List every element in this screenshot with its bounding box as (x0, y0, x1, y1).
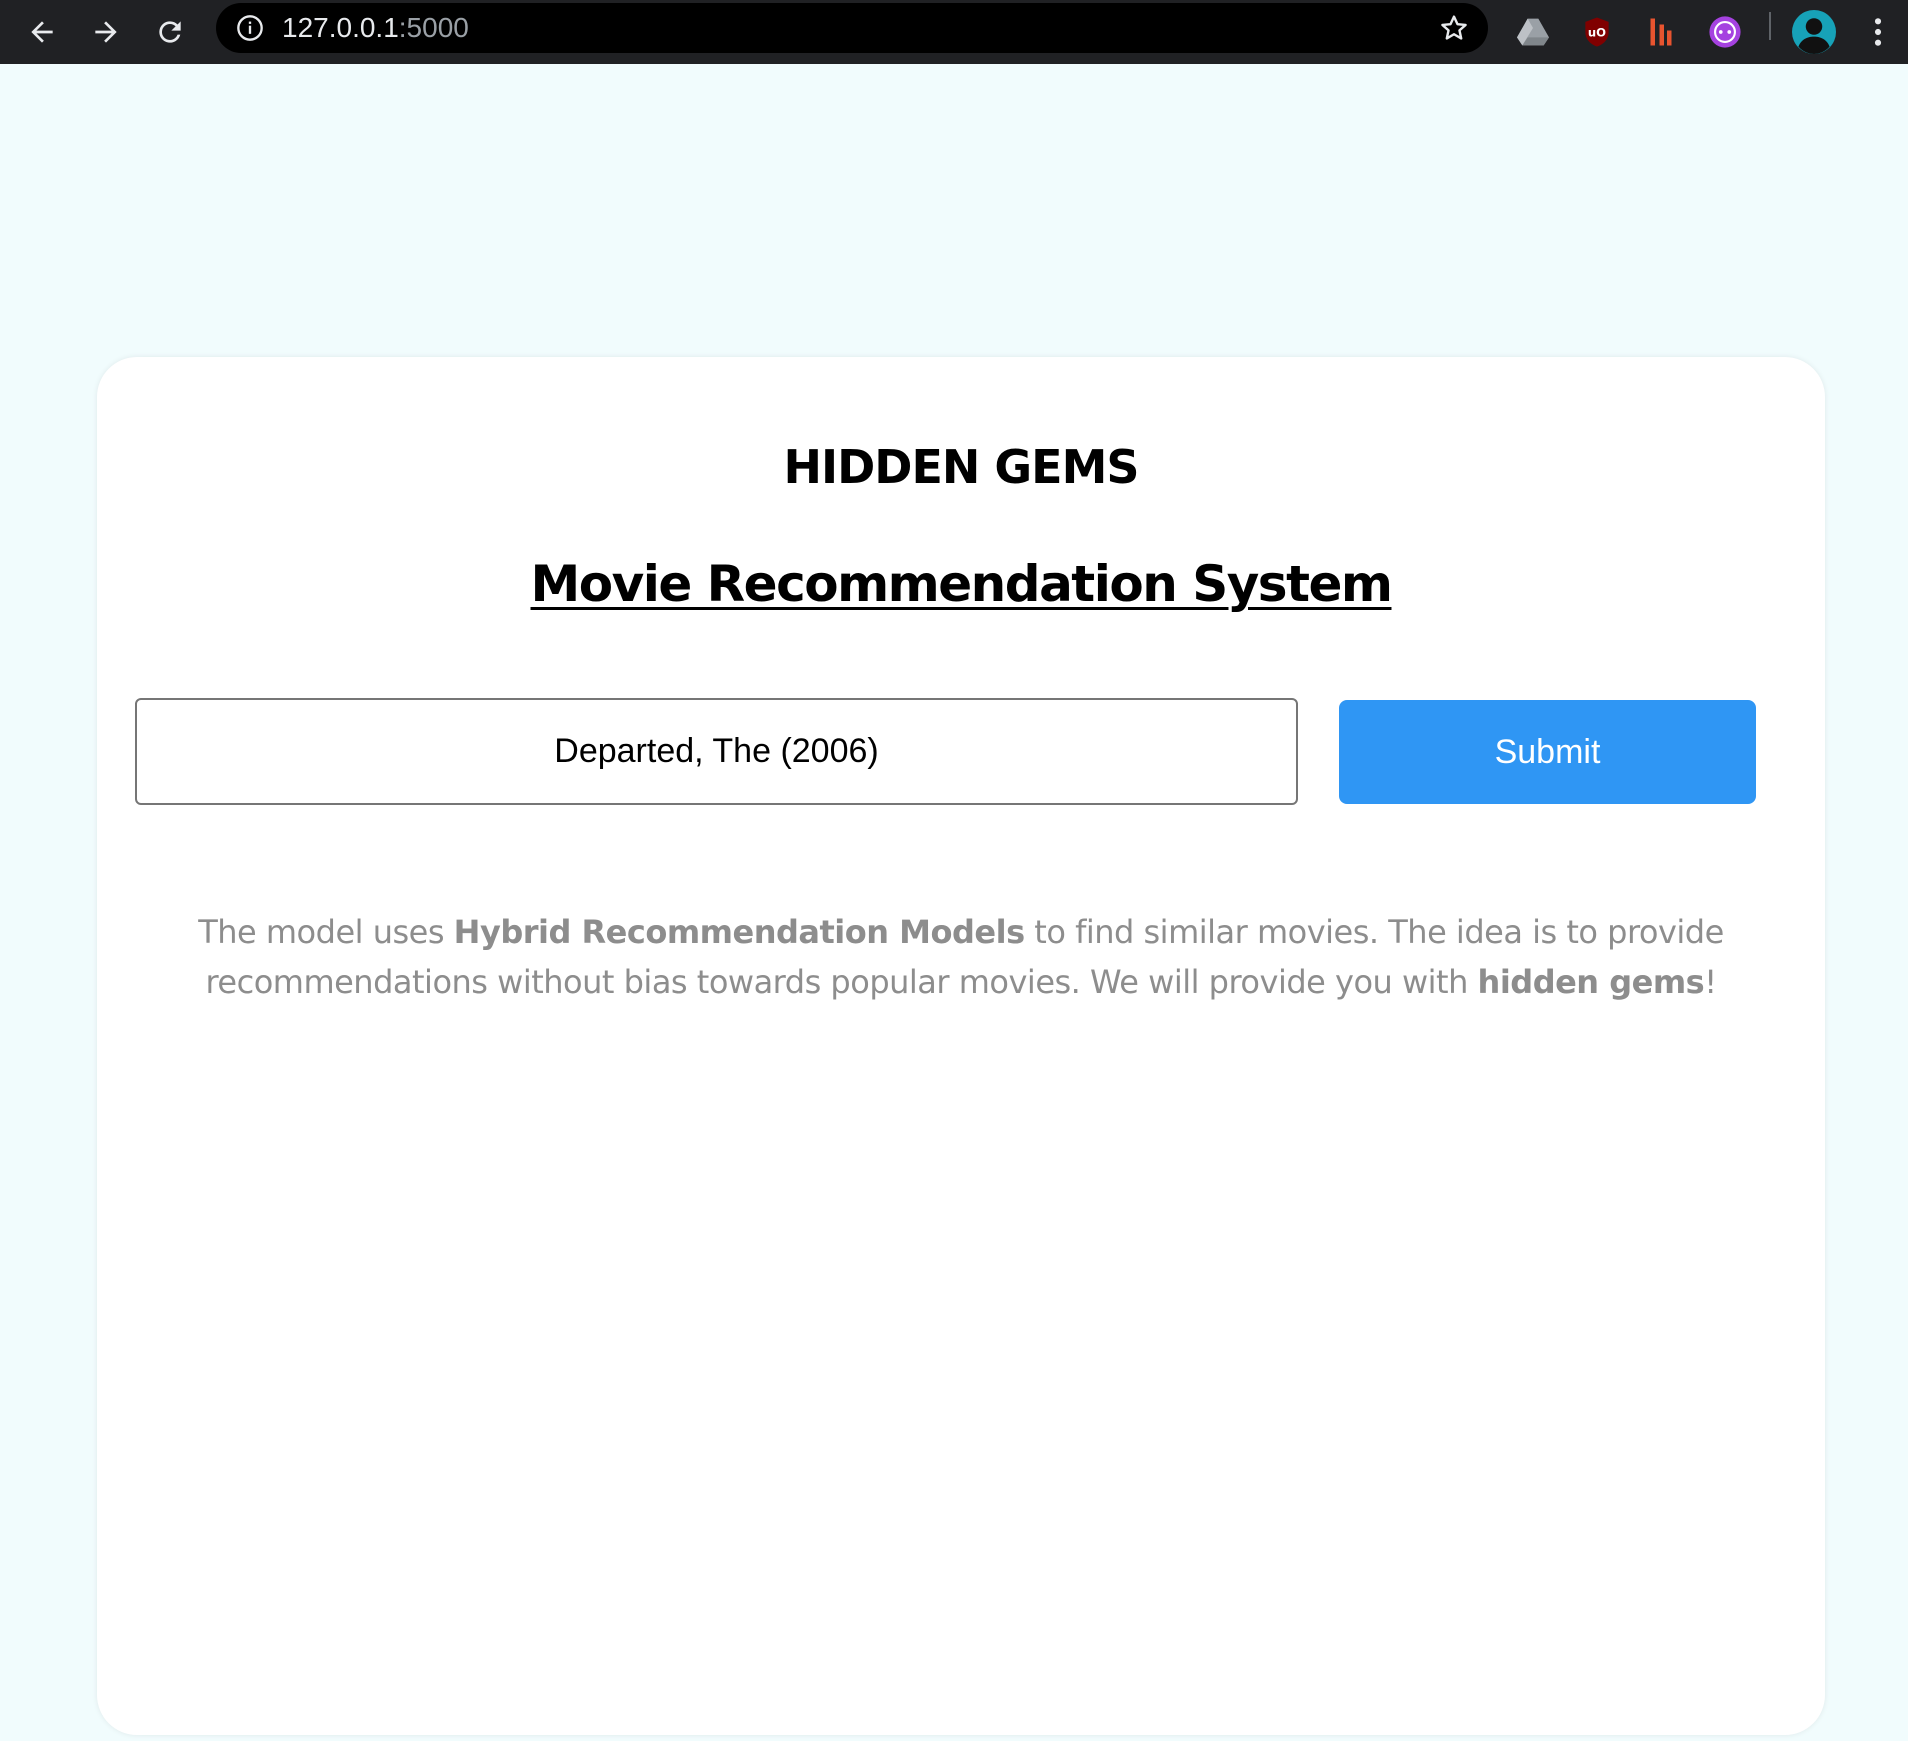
profile-button[interactable] (1790, 8, 1838, 56)
back-arrow-icon (31, 21, 53, 43)
url-text[interactable]: 127.0.0.1:5000 (282, 11, 469, 45)
extension-purple-icon (1709, 16, 1741, 48)
more-vertical-icon (1874, 18, 1882, 46)
page-title: HIDDEN GEMS (783, 440, 1139, 494)
reload-button[interactable] (146, 8, 194, 56)
google-drive-extension[interactable] (1509, 8, 1557, 56)
extension-bars-icon (1650, 18, 1672, 46)
url-port: :5000 (398, 12, 469, 43)
forward-arrow-icon (95, 21, 117, 43)
back-button[interactable] (18, 8, 66, 56)
description-bold-hidden-gems: hidden gems (1477, 963, 1705, 1001)
bars-extension[interactable] (1637, 8, 1685, 56)
toolbar-divider (1769, 12, 1771, 40)
ublock-origin-extension[interactable]: uO (1573, 8, 1621, 56)
description-part-3: ! (1704, 963, 1717, 1001)
address-bar[interactable]: 127.0.0.1:5000 (216, 3, 1488, 53)
svg-text:uO: uO (1588, 25, 1606, 39)
profile-avatar-icon (1792, 10, 1836, 54)
bookmark-star-icon[interactable] (1438, 12, 1470, 44)
purple-extension[interactable] (1701, 8, 1749, 56)
description-text: The model uses Hybrid Recommendation Mod… (150, 907, 1772, 1007)
google-drive-icon (1517, 18, 1549, 46)
forward-button[interactable] (82, 8, 130, 56)
movie-search-input[interactable] (135, 698, 1298, 805)
description-part-1: The model uses (198, 913, 454, 951)
reload-icon (159, 21, 181, 43)
browser-toolbar: 127.0.0.1:5000 uO (0, 0, 1908, 64)
submit-button[interactable]: Submit (1339, 700, 1756, 804)
page-subtitle: Movie Recommendation System (530, 555, 1393, 613)
url-host: 127.0.0.1 (282, 12, 399, 43)
info-icon[interactable] (236, 14, 264, 42)
description-bold-hybrid: Hybrid Recommendation Models (453, 913, 1025, 951)
ublock-origin-icon: uO (1585, 17, 1609, 47)
chrome-menu-button[interactable] (1856, 8, 1900, 56)
